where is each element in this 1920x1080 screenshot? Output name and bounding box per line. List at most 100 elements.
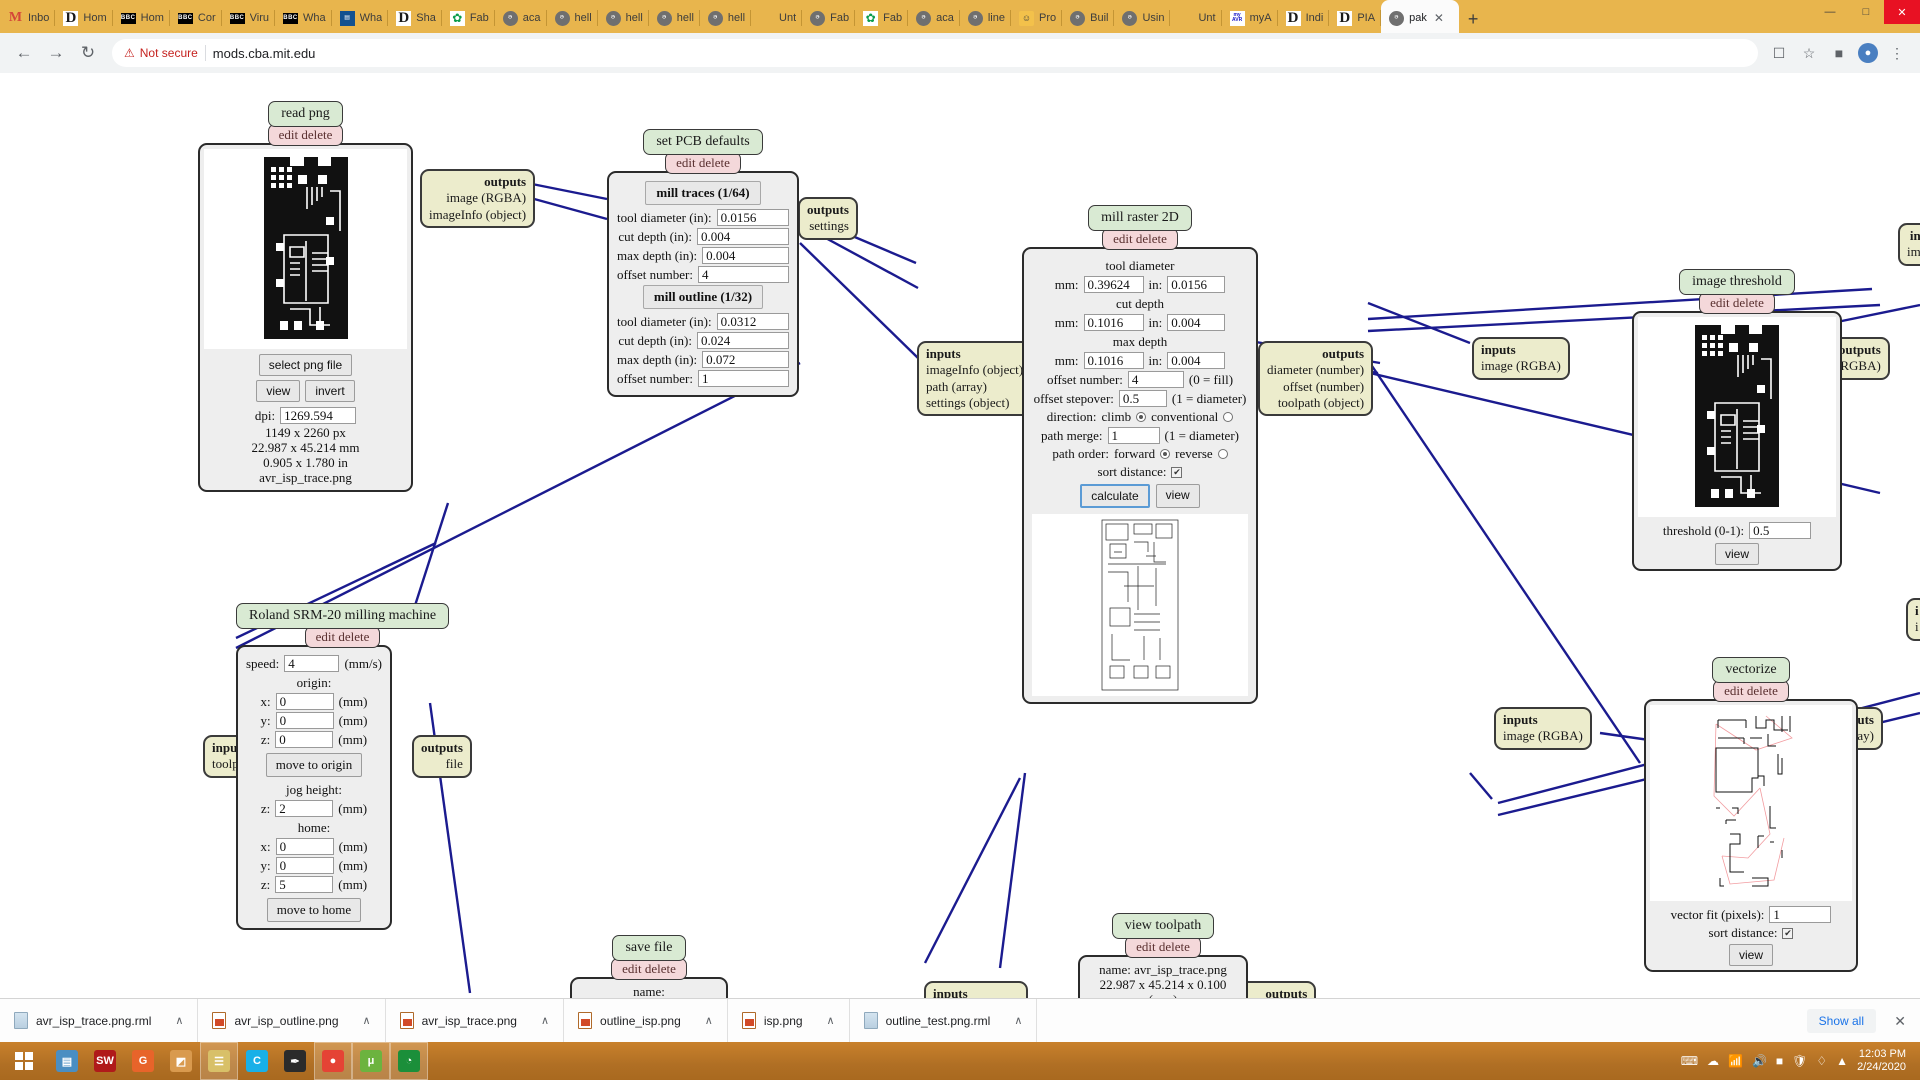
- view-button-threshold[interactable]: view: [1714, 543, 1759, 565]
- select-png-file-button[interactable]: select png file: [258, 354, 353, 376]
- max-in-input[interactable]: 0.004: [1167, 352, 1226, 369]
- browser-tab-11[interactable]: ᵊ hell: [598, 3, 649, 33]
- outline-offset-number-input[interactable]: 1: [697, 370, 789, 387]
- browser-tab-12[interactable]: ᵊ hell: [649, 3, 700, 33]
- node-edit-delete-roland[interactable]: edit delete: [304, 626, 381, 648]
- home-z-input[interactable]: 5: [275, 876, 334, 893]
- browser-tab-5[interactable]: BBC Wha: [275, 3, 332, 33]
- mill-outline-button[interactable]: mill outline (1/32): [642, 285, 764, 309]
- node-title-view-toolpath[interactable]: view toolpath: [1111, 913, 1215, 939]
- new-tab-button[interactable]: +: [1459, 5, 1487, 33]
- port-inputs-view-toolpath[interactable]: inputs toolpath (object): [924, 981, 1029, 998]
- download-item-0[interactable]: avr_isp_trace.png.rml ∧: [0, 998, 199, 1043]
- node-title-read-png[interactable]: read png: [268, 101, 343, 127]
- download-item-5[interactable]: outline_test.png.rml ∧: [850, 998, 1038, 1043]
- invert-button[interactable]: invert: [305, 380, 355, 402]
- node-title-roland-srm20[interactable]: Roland SRM-20 milling machine: [236, 603, 450, 629]
- cut-mm-input[interactable]: 0.1016: [1083, 314, 1144, 331]
- browser-tab-2[interactable]: BBC Hom: [113, 3, 170, 33]
- browser-tab-0[interactable]: M Inbo: [0, 3, 56, 33]
- minimize-button[interactable]: —: [1812, 0, 1848, 24]
- traces-offset-number-input[interactable]: 4: [697, 266, 789, 283]
- browser-tab-7[interactable]: D Sha: [388, 3, 442, 33]
- tool-mm-input[interactable]: 0.39624: [1083, 276, 1144, 293]
- calculator-icon[interactable]: ▤: [48, 1042, 86, 1080]
- port-outputs-read-png[interactable]: outputs image (RGBA) imageInfo (object): [420, 169, 536, 228]
- origin-z-input[interactable]: 0: [275, 731, 334, 748]
- tool-in-input[interactable]: 0.0156: [1167, 276, 1226, 293]
- port-outputs-offscreen-top[interactable]: in im: [1898, 223, 1920, 266]
- pdf-icon[interactable]: G: [124, 1042, 162, 1080]
- browser-tab-9[interactable]: ᵊ aca: [495, 3, 547, 33]
- back-button[interactable]: ←: [10, 39, 38, 67]
- dpi-input[interactable]: 1269.594: [280, 407, 357, 424]
- node-title-save-file[interactable]: save file: [612, 935, 686, 961]
- volume-icon[interactable]: 🔊: [1752, 1054, 1767, 1068]
- node-edit-delete-vectorize[interactable]: edit delete: [1713, 680, 1789, 702]
- outline-tool-diameter-input[interactable]: 0.0312: [716, 313, 789, 330]
- browser-tab-23[interactable]: my AVR myA: [1222, 3, 1278, 33]
- node-title-set-pcb-defaults[interactable]: set PCB defaults: [643, 129, 763, 155]
- cura-icon[interactable]: C: [238, 1042, 276, 1080]
- explorer-icon[interactable]: ◩: [162, 1042, 200, 1080]
- node-edit-delete-image-threshold[interactable]: edit delete: [1699, 292, 1775, 314]
- profile-avatar[interactable]: ●: [1858, 43, 1878, 63]
- keyboard-icon[interactable]: ⌨: [1681, 1054, 1698, 1068]
- mods-canvas[interactable]: read png edit delete select png file vie…: [0, 73, 1920, 998]
- browser-tab-8[interactable]: ✿ Fab: [442, 3, 495, 33]
- threshold-input[interactable]: 0.5: [1749, 522, 1812, 539]
- node-view-toolpath[interactable]: view toolpath edit delete name: avr_isp_…: [1078, 913, 1248, 998]
- move-to-origin-button[interactable]: move to origin: [265, 753, 363, 777]
- browser-tab-13[interactable]: ᵊ hell: [700, 3, 752, 33]
- tab-close-icon[interactable]: ✕: [1434, 11, 1444, 25]
- path-order-forward-radio[interactable]: [1160, 449, 1171, 459]
- traces-max-depth-input[interactable]: 0.004: [702, 247, 789, 264]
- browser-tab-10[interactable]: ᵊ hell: [547, 3, 598, 33]
- browser-tab-1[interactable]: D Hom: [55, 3, 113, 33]
- node-edit-delete-save-file[interactable]: edit delete: [611, 958, 687, 980]
- browser-tab-25[interactable]: D PIA: [1329, 3, 1381, 33]
- cast-icon[interactable]: ☐: [1768, 42, 1790, 64]
- port-inputs-mill-raster[interactable]: inputs imageInfo (object) path (array) s…: [917, 341, 1033, 416]
- mill-traces-button[interactable]: mill traces (1/64): [645, 181, 761, 205]
- utorrent-icon[interactable]: μ: [352, 1042, 390, 1080]
- sort-distance-checkbox-vectorize[interactable]: ✔: [1782, 927, 1794, 939]
- download-menu-chevron-icon[interactable]: ∧: [705, 1014, 713, 1027]
- node-save-file[interactable]: save file edit delete name: avr_isp_trac…: [570, 935, 728, 998]
- menu-icon[interactable]: ⋮: [1886, 42, 1908, 64]
- browser-tab-19[interactable]: ☺ Pro: [1011, 3, 1063, 33]
- view-button-read-png[interactable]: view: [256, 380, 301, 402]
- view-button-vectorize[interactable]: view: [1728, 944, 1773, 966]
- node-title-vectorize[interactable]: vectorize: [1712, 657, 1790, 683]
- node-edit-delete-set-pcb[interactable]: edit delete: [665, 152, 741, 174]
- forward-button[interactable]: →: [42, 39, 70, 67]
- download-menu-chevron-icon[interactable]: ∧: [175, 1014, 183, 1027]
- browser-tab-21[interactable]: ᵊ Usin: [1114, 3, 1171, 33]
- browser-tab-22[interactable]: Unt: [1170, 3, 1222, 33]
- speed-input[interactable]: 4: [284, 655, 340, 672]
- port-outputs-roland[interactable]: outputs file: [412, 735, 472, 778]
- node-edit-delete-read-png[interactable]: edit delete: [267, 124, 344, 146]
- download-item-1[interactable]: avr_isp_outline.png ∧: [198, 998, 386, 1043]
- node-read-png[interactable]: read png edit delete select png file vie…: [198, 101, 413, 492]
- browser-tab-3[interactable]: BBC Cor: [170, 3, 222, 33]
- node-image-threshold[interactable]: image threshold edit delete threshold (0…: [1632, 269, 1842, 571]
- download-item-2[interactable]: avr_isp_trace.png ∧: [386, 998, 565, 1043]
- max-mm-input[interactable]: 0.1016: [1083, 352, 1144, 369]
- start-button[interactable]: [0, 1042, 48, 1080]
- taskbar-clock[interactable]: 12:03 PM 2/24/2020: [1857, 1048, 1912, 1074]
- home-x-input[interactable]: 0: [275, 838, 334, 855]
- solidworks-icon[interactable]: SW: [86, 1042, 124, 1080]
- download-item-3[interactable]: outline_isp.png ∧: [564, 998, 728, 1043]
- download-menu-chevron-icon[interactable]: ∧: [541, 1014, 549, 1027]
- home-y-input[interactable]: 0: [275, 857, 334, 874]
- shield-icon[interactable]: 🛡: [1792, 1054, 1807, 1068]
- show-all-downloads-button[interactable]: Show all: [1806, 1009, 1876, 1033]
- chrome-icon[interactable]: ●: [314, 1042, 352, 1080]
- jog-z-input[interactable]: 2: [275, 800, 334, 817]
- download-menu-chevron-icon[interactable]: ∧: [827, 1014, 835, 1027]
- cut-in-input[interactable]: 0.004: [1167, 314, 1226, 331]
- browser-tab-24[interactable]: D Indi: [1278, 3, 1330, 33]
- outline-cut-depth-input[interactable]: 0.024: [697, 332, 789, 349]
- offset-stepover-input[interactable]: 0.5: [1118, 390, 1167, 407]
